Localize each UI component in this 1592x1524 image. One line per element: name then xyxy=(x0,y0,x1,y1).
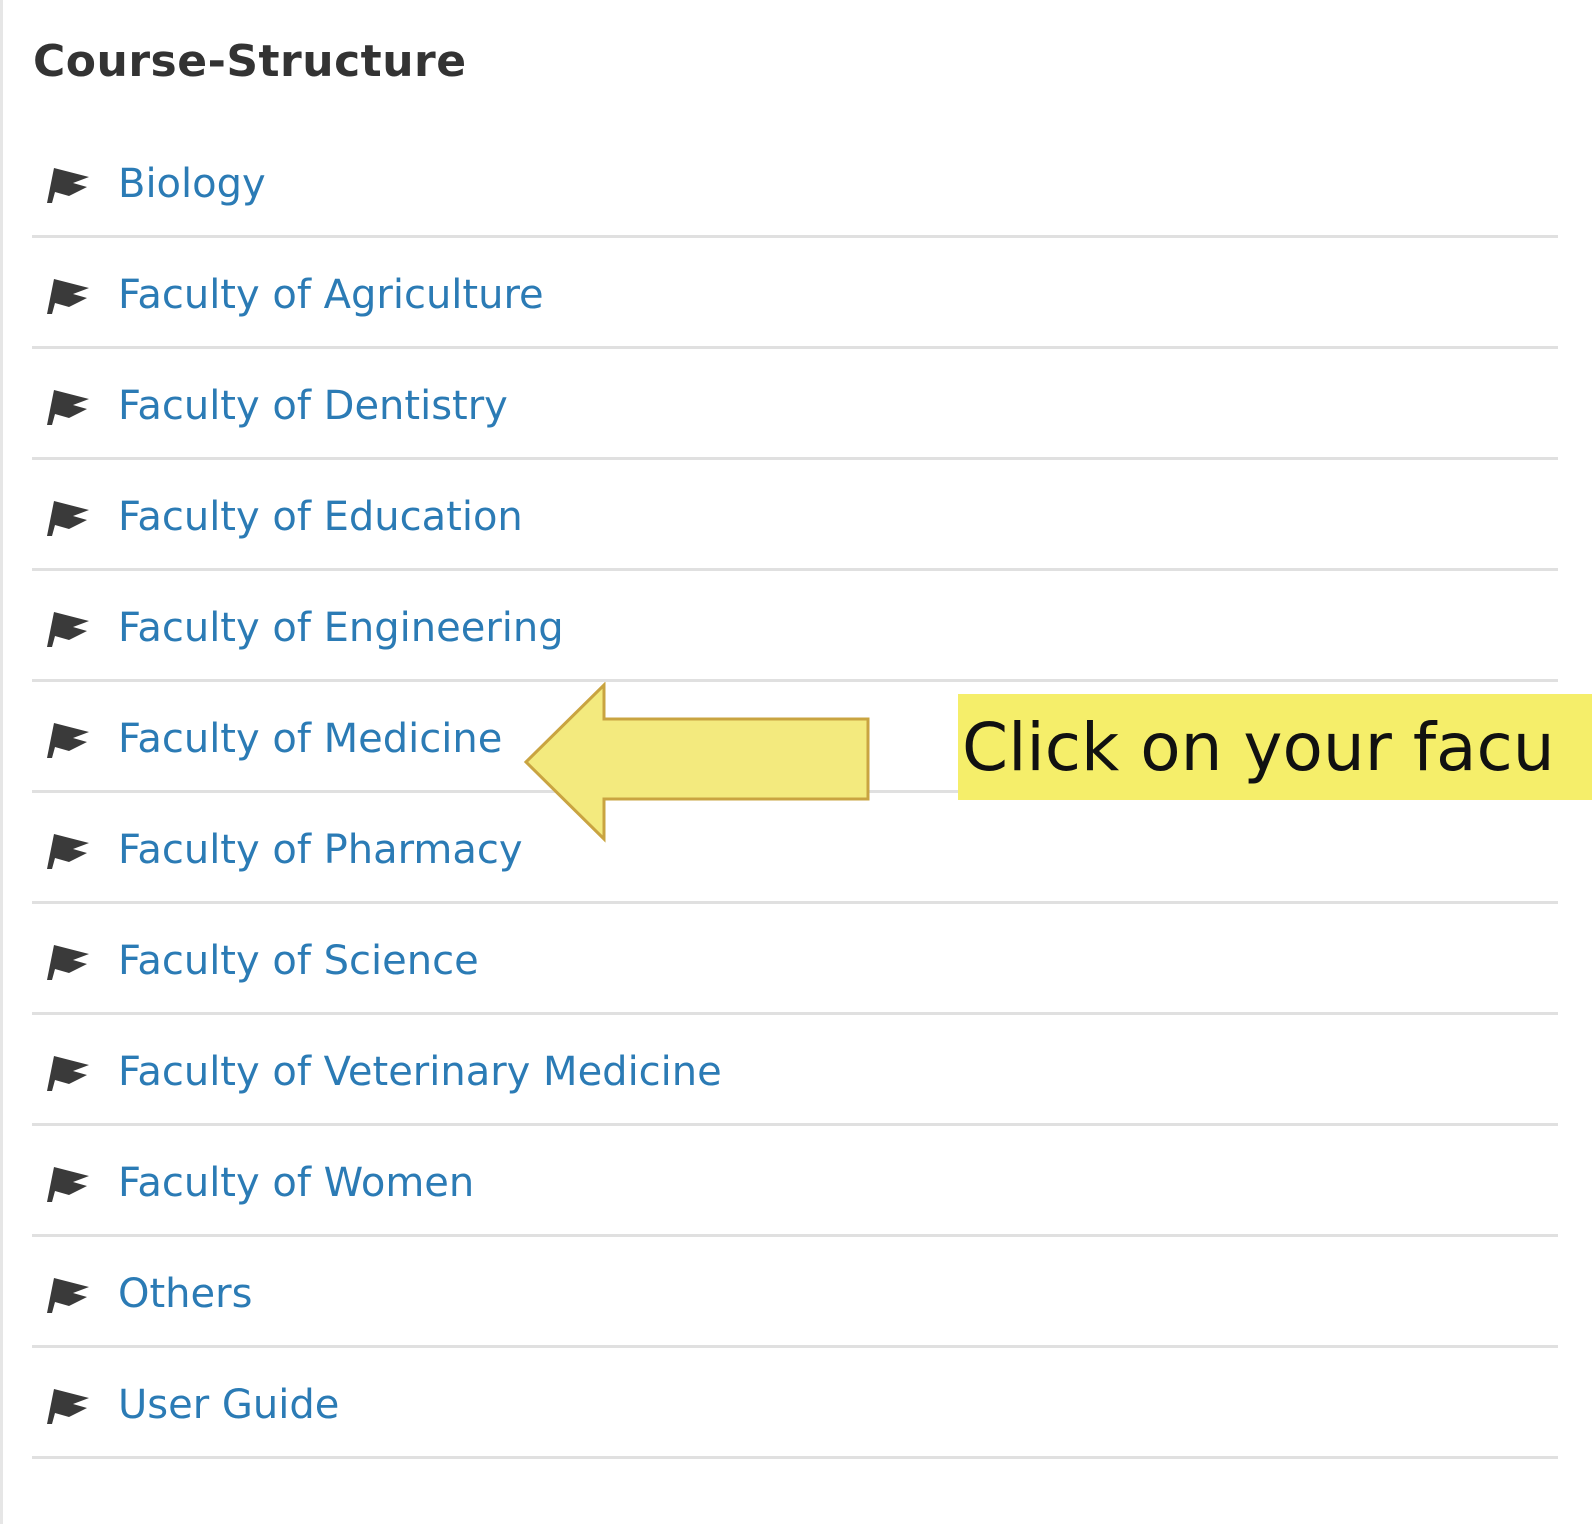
course-link-medicine[interactable]: Faculty of Medicine xyxy=(118,712,502,766)
callout-text: Click on your facu xyxy=(962,709,1555,786)
graduation-cap-icon xyxy=(47,834,89,869)
course-link-user-guide[interactable]: User Guide xyxy=(118,1378,339,1432)
list-item: Faculty of Engineering xyxy=(32,571,1558,682)
instruction-callout: Click on your facu xyxy=(958,694,1592,800)
pointer-arrow-icon xyxy=(523,682,870,843)
graduation-cap-icon xyxy=(47,279,89,314)
graduation-cap-icon xyxy=(47,612,89,647)
graduation-cap-icon xyxy=(47,723,89,758)
page-title: Course-Structure xyxy=(33,36,467,87)
course-link-pharmacy[interactable]: Faculty of Pharmacy xyxy=(118,823,523,877)
course-link-dentistry[interactable]: Faculty of Dentistry xyxy=(118,379,508,433)
course-link-engineering[interactable]: Faculty of Engineering xyxy=(118,601,564,655)
graduation-cap-icon xyxy=(47,945,89,980)
graduation-cap-icon xyxy=(47,1167,89,1202)
list-item: User Guide xyxy=(32,1348,1558,1459)
course-link-biology[interactable]: Biology xyxy=(118,157,266,211)
course-link-science[interactable]: Faculty of Science xyxy=(118,934,479,988)
list-item: Faculty of Dentistry xyxy=(32,349,1558,460)
graduation-cap-icon xyxy=(47,390,89,425)
graduation-cap-icon xyxy=(47,168,89,203)
list-item: Faculty of Agriculture xyxy=(32,238,1558,349)
course-link-agriculture[interactable]: Faculty of Agriculture xyxy=(118,268,544,322)
course-link-education[interactable]: Faculty of Education xyxy=(118,490,523,544)
graduation-cap-icon xyxy=(47,1056,89,1091)
graduation-cap-icon xyxy=(47,1389,89,1424)
graduation-cap-icon xyxy=(47,501,89,536)
course-link-women[interactable]: Faculty of Women xyxy=(118,1156,474,1210)
page-left-border xyxy=(0,0,3,1524)
list-item: Faculty of Education xyxy=(32,460,1558,571)
course-link-others[interactable]: Others xyxy=(118,1267,252,1321)
list-item: Others xyxy=(32,1237,1558,1348)
list-item: Faculty of Veterinary Medicine xyxy=(32,1015,1558,1126)
course-link-veterinary-medicine[interactable]: Faculty of Veterinary Medicine xyxy=(118,1045,722,1099)
graduation-cap-icon xyxy=(47,1278,89,1313)
list-item: Biology xyxy=(32,127,1558,238)
list-item: Faculty of Science xyxy=(32,904,1558,1015)
list-item: Faculty of Women xyxy=(32,1126,1558,1237)
